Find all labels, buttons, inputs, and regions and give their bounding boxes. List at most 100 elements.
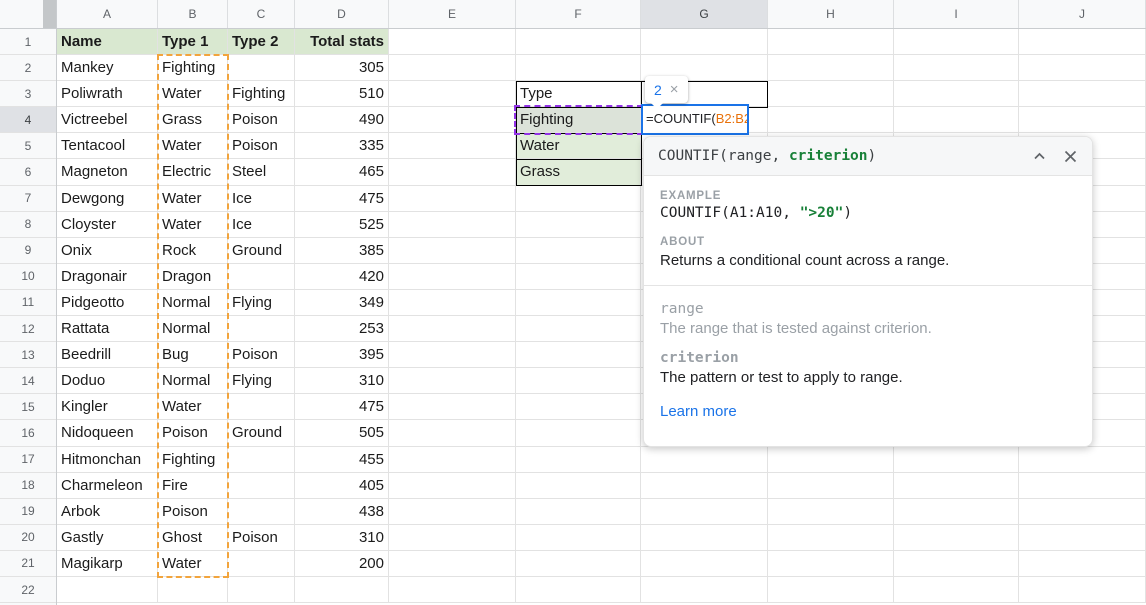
cell-D7[interactable]: 475 [295,186,389,212]
cell-G20[interactable] [641,525,768,551]
cell-C14[interactable]: Flying [228,368,295,394]
cell-B9[interactable]: Rock [158,238,228,264]
cell-C3[interactable]: Fighting [228,81,295,107]
cell-A6[interactable]: Magneton [57,159,158,185]
cell-J1[interactable] [1019,29,1146,55]
row-header-2[interactable]: 2 [0,55,56,81]
row-header-18[interactable]: 18 [0,473,56,499]
cell-C10[interactable] [228,264,295,290]
cell-C22[interactable] [228,577,295,603]
cell-A14[interactable]: Doduo [57,368,158,394]
cell-C12[interactable] [228,316,295,342]
cell-G19[interactable] [641,499,768,525]
cell-A16[interactable]: Nidoqueen [57,420,158,446]
cell-E9[interactable] [389,238,516,264]
row-header-6[interactable]: 6 [0,159,56,185]
cell-D20[interactable]: 310 [295,525,389,551]
cell-I3[interactable] [894,81,1019,107]
cell-B18[interactable]: Fire [158,473,228,499]
cell-E14[interactable] [389,368,516,394]
cell-E10[interactable] [389,264,516,290]
cell-H18[interactable] [768,473,894,499]
cell-E18[interactable] [389,473,516,499]
cell-E7[interactable] [389,186,516,212]
cell-F16[interactable] [516,420,641,446]
cell-F13[interactable] [516,342,641,368]
cell-D11[interactable]: 349 [295,290,389,316]
cell-D6[interactable]: 465 [295,159,389,185]
column-header-E[interactable]: E [389,0,516,28]
cell-H3[interactable] [768,81,894,107]
cell-G18[interactable] [641,473,768,499]
cell-C19[interactable] [228,499,295,525]
cell-D19[interactable]: 438 [295,499,389,525]
cell-C11[interactable]: Flying [228,290,295,316]
cell-D12[interactable]: 253 [295,316,389,342]
cell-C1[interactable]: Type 2 [228,29,295,55]
cell-J4[interactable] [1019,107,1146,133]
cell-C6[interactable]: Steel [228,159,295,185]
cell-I22[interactable] [894,577,1019,603]
cell-B19[interactable]: Poison [158,499,228,525]
cell-F18[interactable] [516,473,641,499]
cell-B3[interactable]: Water [158,81,228,107]
cell-H2[interactable] [768,55,894,81]
cell-C21[interactable] [228,551,295,577]
close-icon[interactable] [1063,149,1078,164]
cell-A4[interactable]: Victreebel [57,107,158,133]
column-header-B[interactable]: B [158,0,228,28]
cell-C20[interactable]: Poison [228,525,295,551]
cell-F19[interactable] [516,499,641,525]
cell-E15[interactable] [389,394,516,420]
cell-A9[interactable]: Onix [57,238,158,264]
cell-C15[interactable] [228,394,295,420]
cell-A22[interactable] [57,577,158,603]
cell-B1[interactable]: Type 1 [158,29,228,55]
collapse-chevron-up-icon[interactable] [1032,149,1047,164]
cell-J3[interactable] [1019,81,1146,107]
cell-H20[interactable] [768,525,894,551]
cell-F20[interactable] [516,525,641,551]
cell-F14[interactable] [516,368,641,394]
cell-F4[interactable]: Fighting [516,107,641,133]
row-header-8[interactable]: 8 [0,212,56,238]
cell-D9[interactable]: 385 [295,238,389,264]
cell-F7[interactable] [516,186,641,212]
cell-B11[interactable]: Normal [158,290,228,316]
cell-C9[interactable]: Ground [228,238,295,264]
cell-D15[interactable]: 475 [295,394,389,420]
cell-E21[interactable] [389,551,516,577]
column-header-I[interactable]: I [894,0,1019,28]
cell-C7[interactable]: Ice [228,186,295,212]
cell-E2[interactable] [389,55,516,81]
cell-E6[interactable] [389,159,516,185]
cell-G22[interactable] [641,577,768,603]
cell-E20[interactable] [389,525,516,551]
cell-E1[interactable] [389,29,516,55]
row-header-17[interactable]: 17 [0,447,56,473]
cell-D10[interactable]: 420 [295,264,389,290]
cell-J18[interactable] [1019,473,1146,499]
cell-B5[interactable]: Water [158,133,228,159]
column-header-G[interactable]: G [641,0,768,28]
row-header-15[interactable]: 15 [0,394,56,420]
row-header-7[interactable]: 7 [0,186,56,212]
cell-J20[interactable] [1019,525,1146,551]
cell-C5[interactable]: Poison [228,133,295,159]
cell-G1[interactable] [641,29,768,55]
cell-D18[interactable]: 405 [295,473,389,499]
cell-C4[interactable]: Poison [228,107,295,133]
cell-F17[interactable] [516,447,641,473]
cell-A8[interactable]: Cloyster [57,212,158,238]
cell-A13[interactable]: Beedrill [57,342,158,368]
cell-I1[interactable] [894,29,1019,55]
cell-B15[interactable]: Water [158,394,228,420]
cell-E5[interactable] [389,133,516,159]
cell-G17[interactable] [641,447,768,473]
cell-A17[interactable]: Hitmonchan [57,447,158,473]
column-header-H[interactable]: H [768,0,894,28]
cell-H19[interactable] [768,499,894,525]
cell-H4[interactable] [768,107,894,133]
cell-B4[interactable]: Grass [158,107,228,133]
row-header-4[interactable]: 4 [0,107,56,133]
